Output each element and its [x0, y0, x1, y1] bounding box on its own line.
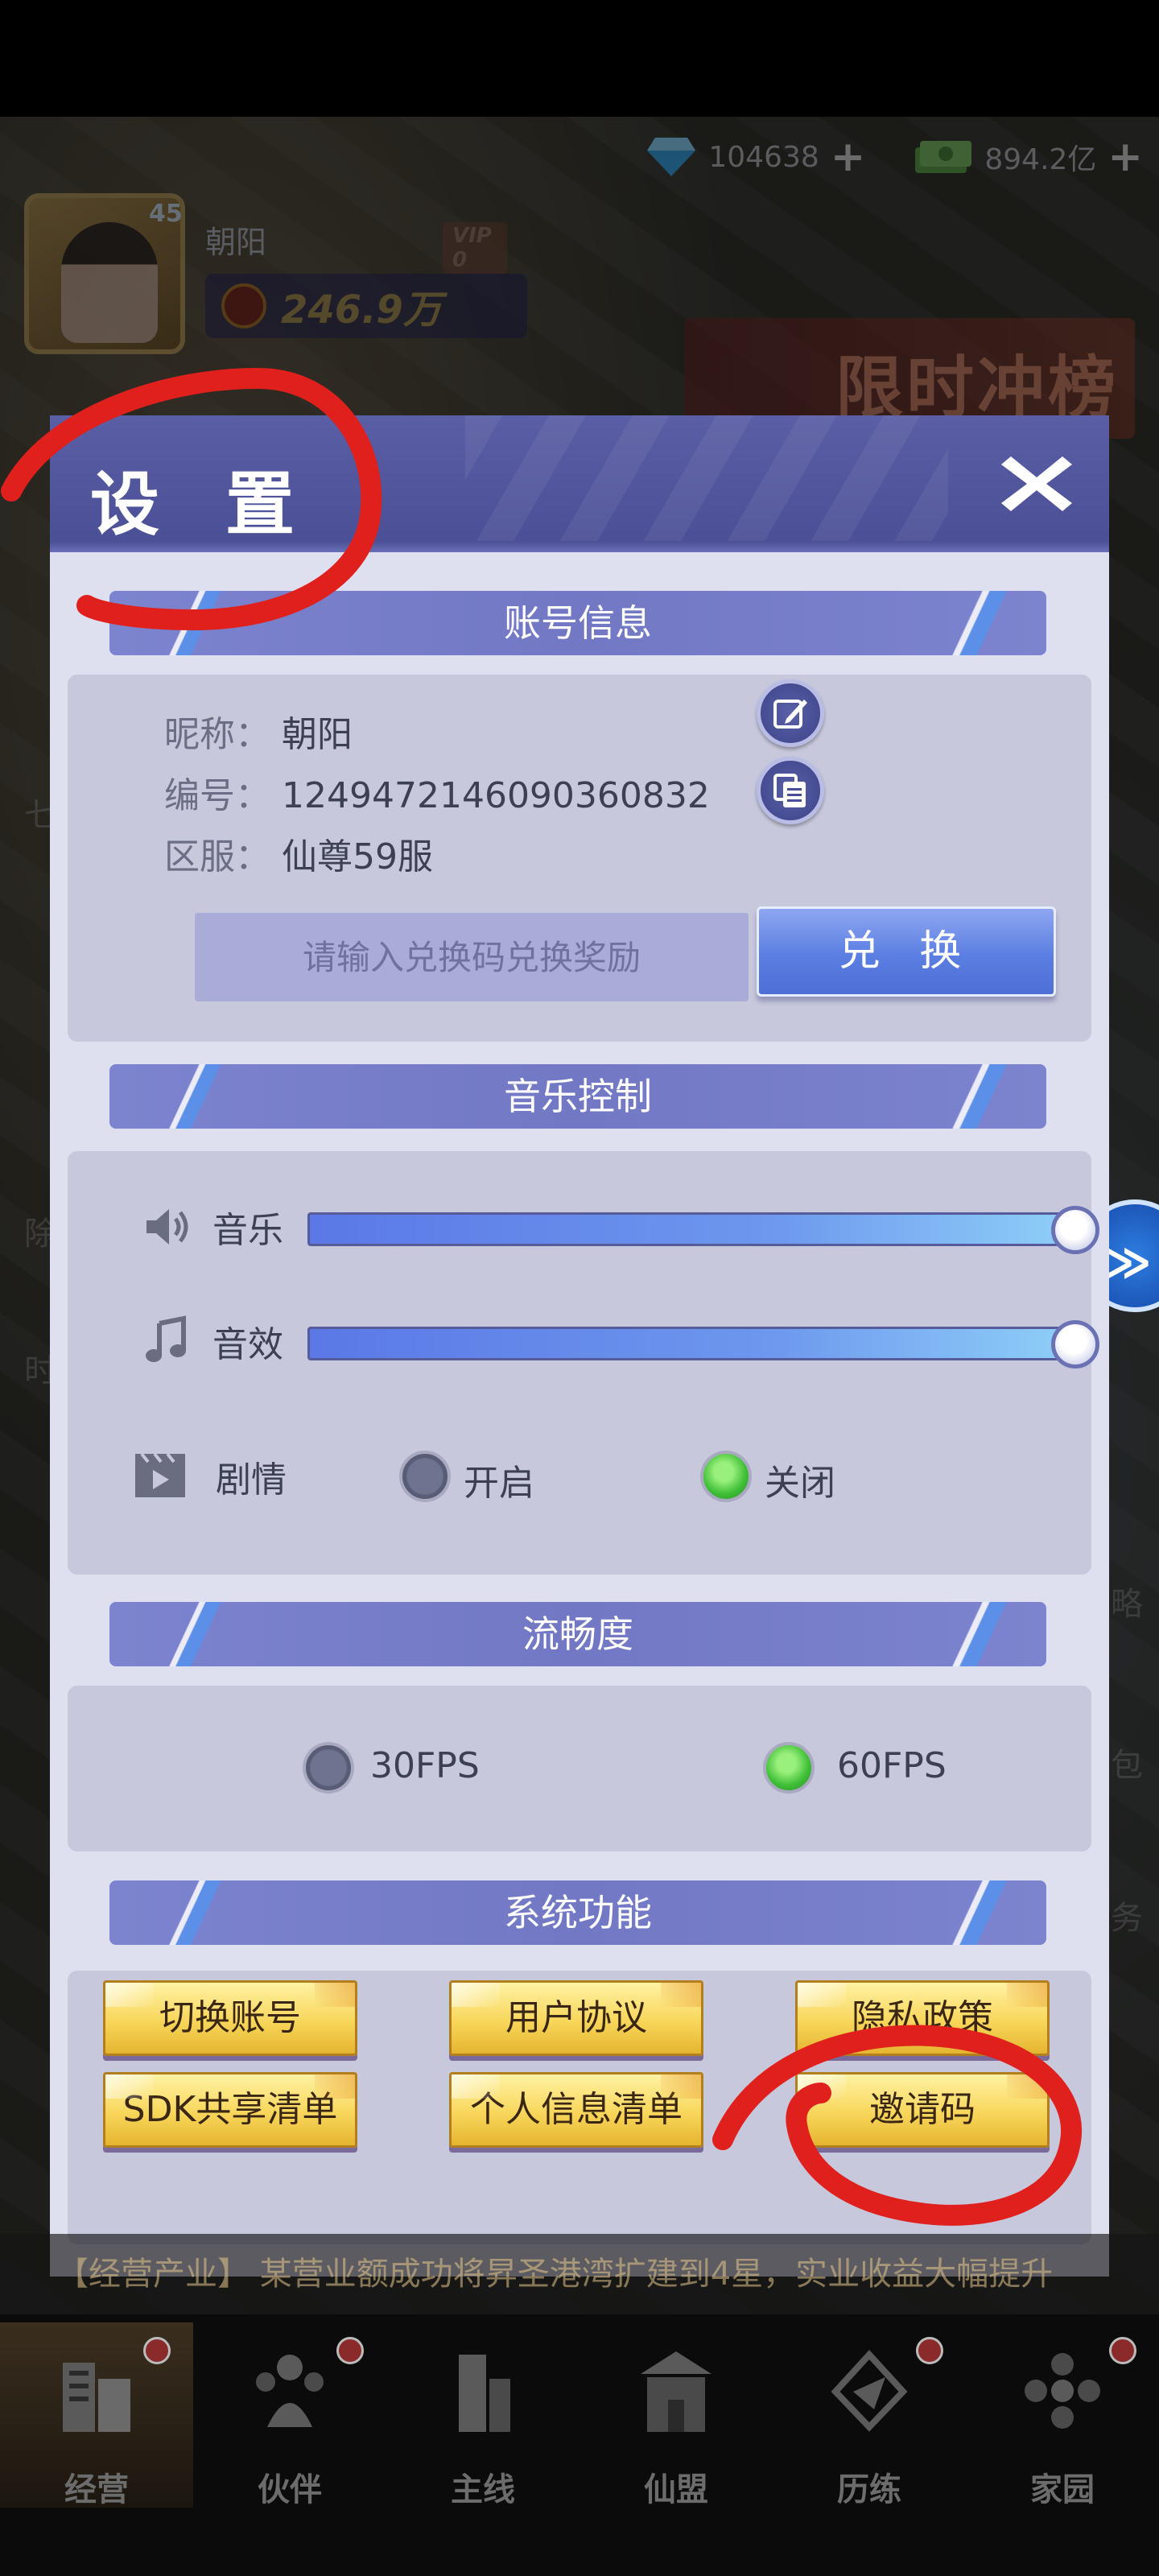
fps-60-radio[interactable] — [763, 1742, 815, 1794]
building-icon — [63, 2363, 130, 2432]
music-note-icon — [146, 1315, 186, 1362]
section-header-music: 音乐控制 — [109, 1064, 1046, 1129]
section-header-system: 系统功能 — [109, 1880, 1046, 1945]
sfx-slider-knob[interactable] — [1051, 1320, 1099, 1368]
sdk-share-list-button[interactable]: SDK共享清单 — [103, 2072, 357, 2148]
fps-panel: 30FPS 60FPS — [68, 1686, 1091, 1852]
server-value: 仙尊59服 — [282, 836, 433, 877]
story-label: 剧情 — [216, 1459, 287, 1501]
sfx-label: 音效 — [212, 1324, 283, 1365]
notification-dot — [143, 2337, 171, 2364]
fps-60-label: 60FPS — [837, 1745, 947, 1786]
fps-30-label: 30FPS — [370, 1745, 480, 1786]
settings-dialog: 设 置 账号信息 昵称： 朝阳 编号： 1249472146090360832 — [50, 415, 1109, 2277]
story-on-radio[interactable] — [399, 1451, 451, 1502]
system-panel: 切换账号 用户协议 隐私政策 SDK共享清单 个人信息清单 邀请码 — [68, 1971, 1091, 2244]
palace-icon — [641, 2351, 711, 2432]
speaker-icon — [146, 1209, 188, 1245]
notification-dot — [916, 2337, 943, 2364]
news-ticker[interactable]: 【经营产业】 某营业额成功将昇圣港湾扩建到4星，实业收益大幅提升 — [0, 2234, 1159, 2314]
nav-label: 主线 — [451, 2471, 515, 2508]
arrow-icon: ≫ — [1104, 1236, 1152, 1289]
nav-item-alliance[interactable]: 仙盟 — [580, 2322, 773, 2508]
notification-dot — [336, 2337, 364, 2364]
bottom-nav: 经营 伙伴 主线 仙盟 历练 家园 — [0, 2314, 1159, 2576]
story-on-label: 开启 — [464, 1463, 534, 1504]
edit-nickname-button[interactable] — [757, 679, 824, 747]
close-icon — [1001, 456, 1072, 511]
nav-item-business[interactable]: 经营 — [0, 2322, 193, 2508]
sfx-volume-slider[interactable] — [307, 1327, 1080, 1360]
music-slider-knob[interactable] — [1051, 1206, 1099, 1254]
story-off-label: 关闭 — [765, 1463, 835, 1504]
switch-account-button[interactable]: 切换账号 — [103, 1980, 357, 2056]
notification-dot — [1109, 2337, 1136, 2364]
status-bar — [0, 0, 1159, 117]
fps-30-radio[interactable] — [303, 1742, 354, 1794]
section-header-account: 账号信息 — [109, 591, 1046, 655]
nav-label: 历练 — [837, 2471, 901, 2508]
nickname-value: 朝阳 — [282, 714, 353, 755]
dialog-header: 设 置 — [50, 415, 1109, 552]
redeem-code-input[interactable] — [195, 913, 749, 1001]
nav-label: 仙盟 — [644, 2471, 708, 2508]
privacy-policy-button[interactable]: 隐私政策 — [795, 1980, 1050, 2056]
server-label: 区服： — [164, 836, 270, 877]
id-label: 编号： — [164, 775, 270, 816]
story-off-radio[interactable] — [700, 1451, 752, 1502]
section-title: 流畅度 — [522, 1612, 633, 1656]
nav-item-partners[interactable]: 伙伴 — [193, 2322, 386, 2508]
nav-label: 家园 — [1030, 2471, 1095, 2508]
copy-icon — [773, 774, 806, 807]
partners-icon — [256, 2355, 324, 2427]
clapperboard-icon — [135, 1452, 185, 1497]
nickname-label: 昵称： — [164, 714, 270, 755]
music-volume-slider[interactable] — [307, 1212, 1080, 1246]
nav-item-home[interactable]: 家园 — [966, 2322, 1159, 2508]
server-row: 区服： 仙尊59服 — [164, 828, 433, 879]
nav-label: 伙伴 — [258, 2471, 322, 2508]
nav-item-training[interactable]: 历练 — [773, 2322, 966, 2508]
redeem-button[interactable]: 兑 换 — [757, 906, 1056, 997]
account-panel: 昵称： 朝阳 编号： 1249472146090360832 区服： 仙尊59服 兑 … — [68, 675, 1091, 1042]
section-title: 系统功能 — [504, 1891, 652, 1934]
edit-icon — [773, 700, 807, 729]
music-label: 音乐 — [212, 1210, 283, 1251]
invite-code-button[interactable]: 邀请码 — [795, 2072, 1050, 2148]
copy-id-button[interactable] — [757, 757, 824, 824]
tower-icon — [459, 2355, 510, 2432]
dialog-title: 设 置 — [90, 464, 316, 545]
personal-info-list-button[interactable]: 个人信息清单 — [449, 2072, 703, 2148]
nav-label: 经营 — [64, 2471, 129, 2508]
section-title: 音乐控制 — [504, 1075, 652, 1118]
flower-icon — [1025, 2353, 1100, 2429]
close-button[interactable] — [996, 452, 1077, 516]
plane-icon — [831, 2350, 908, 2432]
music-panel: 音乐 音效 剧情 开启 关闭 — [68, 1151, 1099, 1575]
section-header-fps: 流畅度 — [109, 1602, 1046, 1666]
header-decoration — [465, 415, 948, 552]
id-row: 编号： 1249472146090360832 — [164, 766, 710, 818]
section-title: 账号信息 — [504, 601, 652, 645]
nav-item-main-story[interactable]: 主线 — [386, 2322, 580, 2508]
id-value: 1249472146090360832 — [282, 775, 710, 816]
nickname-row: 昵称： 朝阳 — [164, 705, 353, 757]
user-agreement-button[interactable]: 用户协议 — [449, 1980, 703, 2056]
